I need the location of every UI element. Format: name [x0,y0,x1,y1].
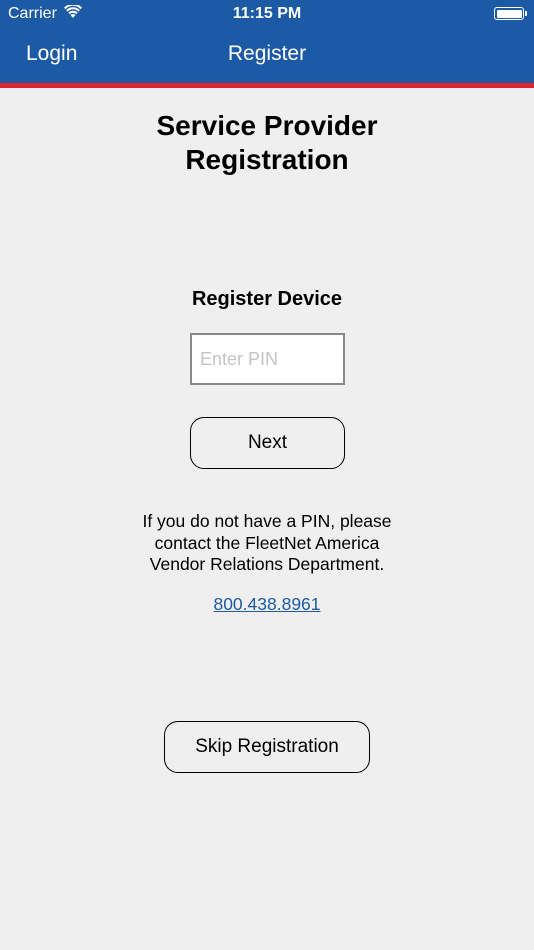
next-button[interactable]: Next [190,417,345,469]
battery-icon [494,7,524,20]
nav-title: Register [227,42,307,65]
nav-bar: Carrier 11:15 PM Login Register [0,0,534,88]
pin-help-line1: If you do not have a PIN, please [142,511,392,531]
phone-link-row: 800.438.8961 [0,594,534,615]
phone-link[interactable]: 800.438.8961 [213,594,320,614]
pin-help-line2: contact the FleetNet America [154,532,380,553]
header-accent-stripe [0,83,534,88]
status-time: 11:15 PM [232,5,302,22]
register-device-heading: Register Device [191,288,343,310]
page-title: Service Provider Registration [0,109,534,177]
skip-registration-button[interactable]: Skip Registration [164,721,370,773]
battery-nub [525,11,527,16]
page-title-line2: Registration [185,144,349,175]
pin-help-line3: Vendor Relations Department. [149,554,385,574]
status-bar: Carrier 11:15 PM [0,0,534,28]
page-title-line1: Service Provider [156,110,378,141]
pin-input[interactable] [190,333,345,385]
pin-help-text: If you do not have a PIN, please contact… [0,511,534,576]
